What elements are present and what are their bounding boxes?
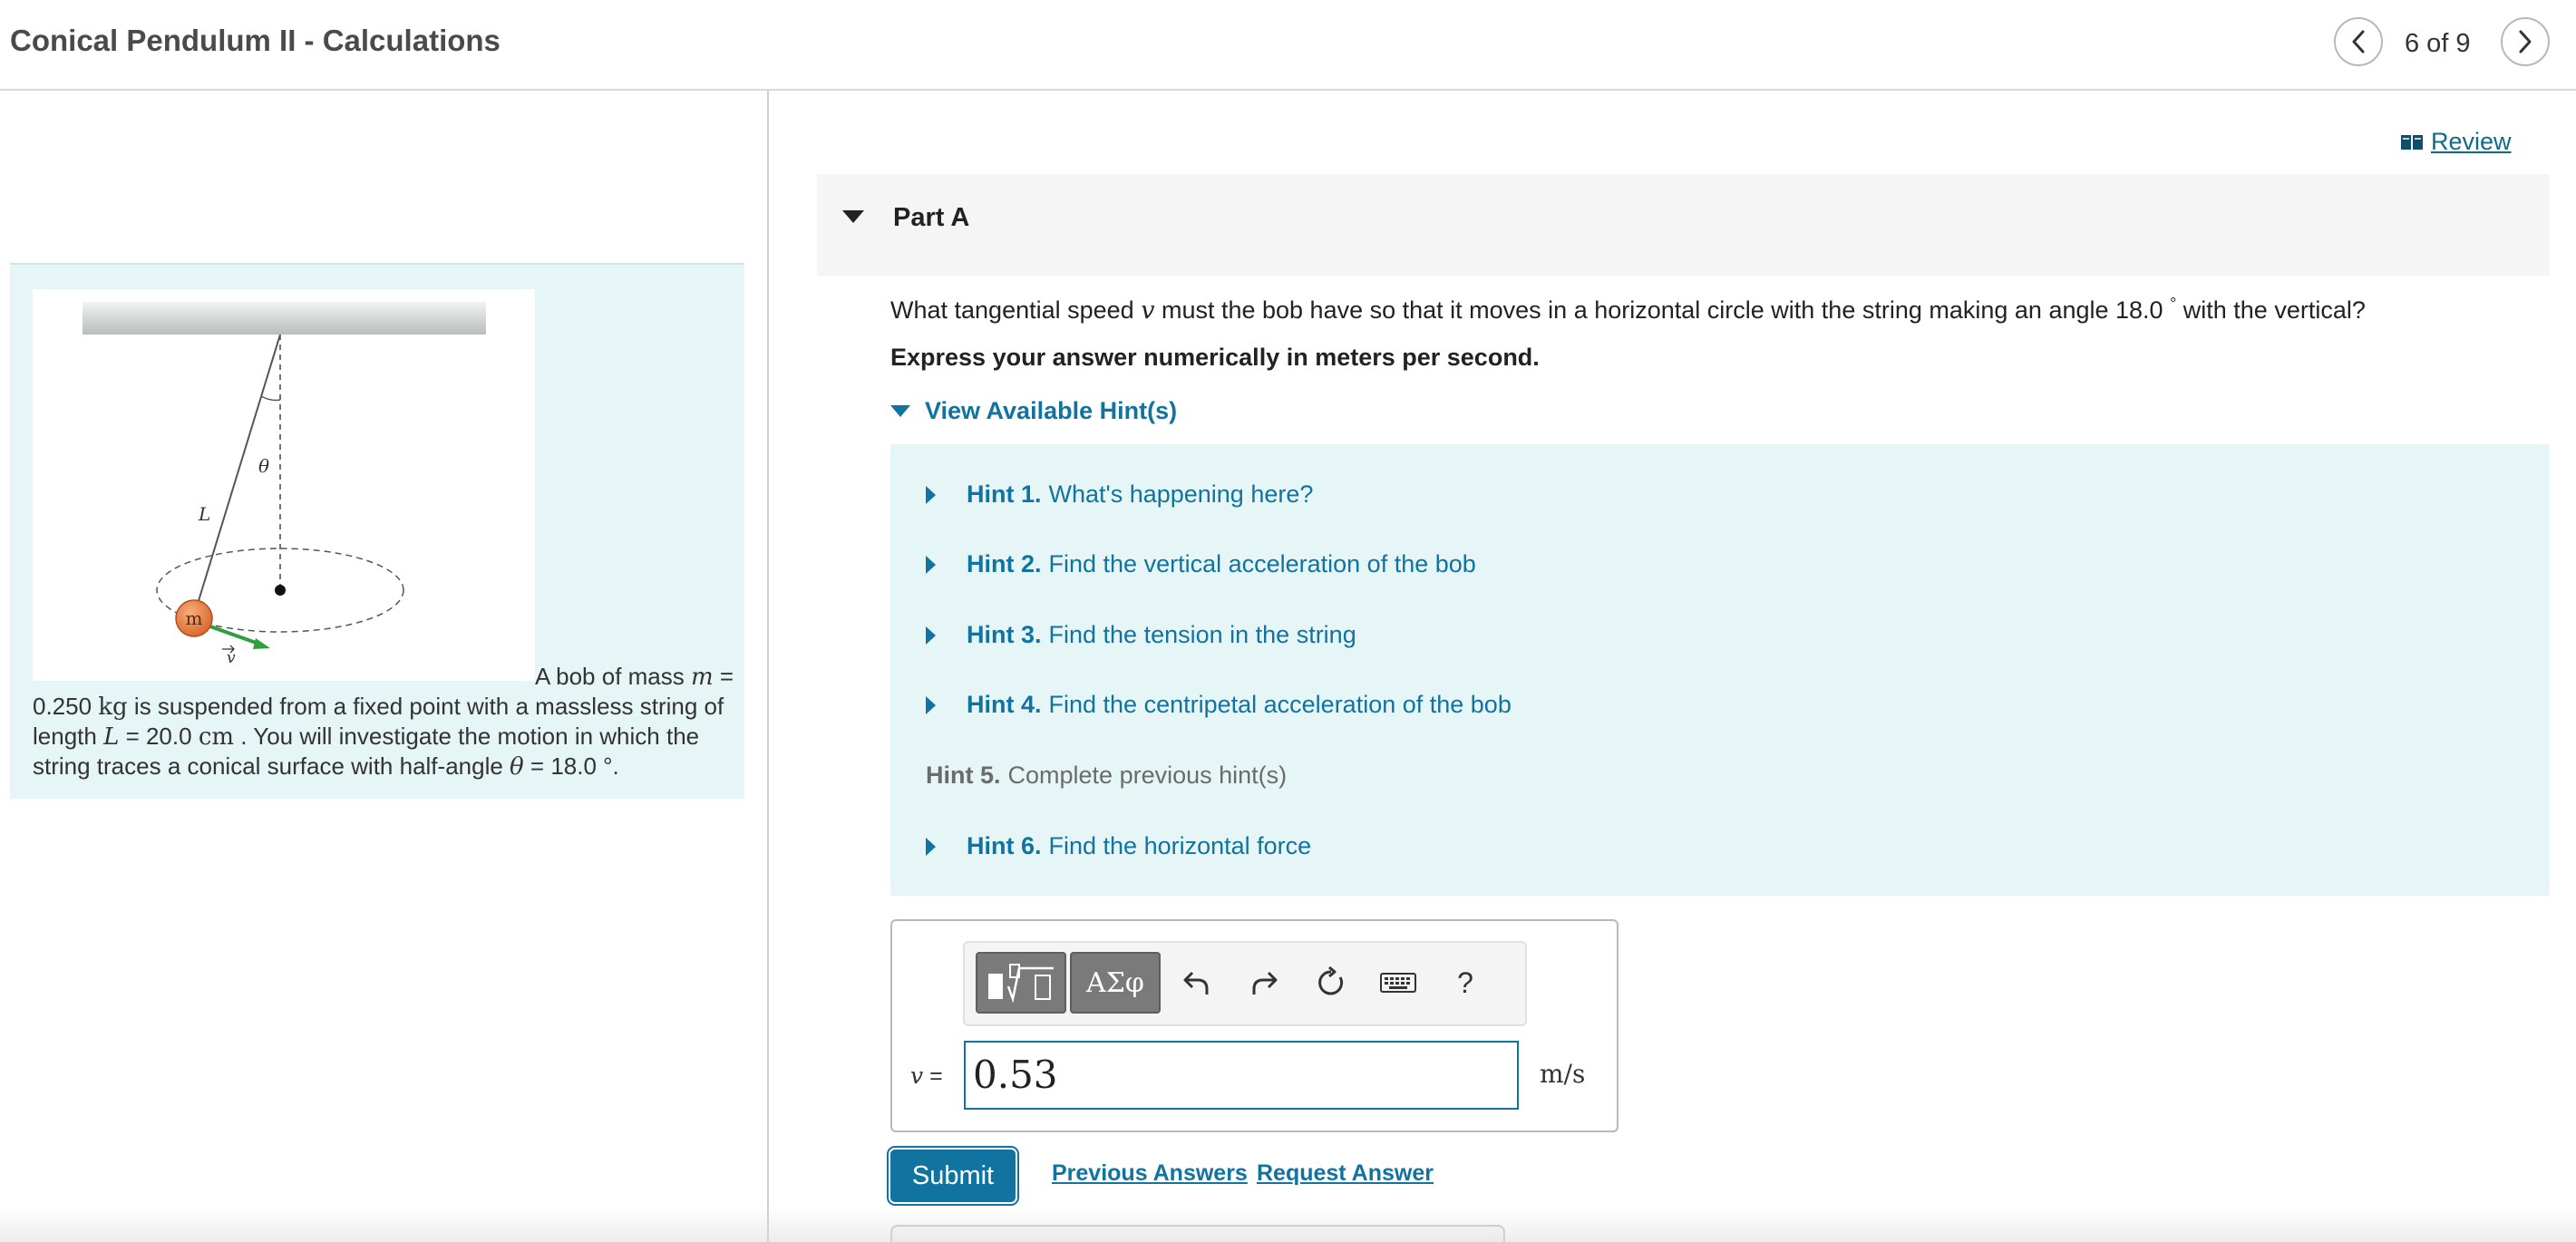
previous-item-button[interactable] <box>2334 17 2383 66</box>
review-label[interactable]: Review <box>2431 128 2512 156</box>
caret-right-icon <box>926 837 936 856</box>
math-toolbar: ΑΣφ ? <box>963 941 1527 1026</box>
problem-intro: m θ L v A bob of mass m = 0.250 kg is su… <box>10 263 744 799</box>
answer-unit: m/s <box>1540 1059 1586 1089</box>
page-title: Conical Pendulum II - Calculations <box>10 24 501 57</box>
chevron-left-icon <box>2352 30 2365 53</box>
conical-pendulum-figure: m θ L v <box>33 289 535 681</box>
caret-right-icon <box>926 485 936 504</box>
templates-button[interactable] <box>976 952 1066 1014</box>
part-a-header[interactable]: Part A <box>817 174 2550 276</box>
caret-right-icon <box>926 695 936 714</box>
hint-2[interactable]: Hint 2. Find the vertical acceleration of… <box>926 550 1476 578</box>
undo-icon <box>1183 971 1209 995</box>
view-hints-toggle[interactable]: View Available Hint(s) <box>890 397 1177 425</box>
part-title: Part A <box>893 203 970 232</box>
reset-icon <box>1318 966 1344 995</box>
length-label: L <box>198 503 210 525</box>
problem-statement: A bob of mass m = 0.250 kg is suspended … <box>33 663 734 781</box>
hint-4[interactable]: Hint 4. Find the centripetal acceleration… <box>926 691 1512 719</box>
velocity-arrow <box>209 625 262 646</box>
hint-5: Hint 5. Complete previous hint(s) <box>926 762 1288 789</box>
redo-button[interactable] <box>1239 952 1289 1014</box>
hints-panel: Hint 1. What's happening here? Hint 2. Fin… <box>890 444 2550 896</box>
caret-right-icon <box>926 626 936 645</box>
angle-arc <box>260 395 281 402</box>
help-button[interactable]: ? <box>1440 952 1491 1014</box>
top-bar: Conical Pendulum II - Calculations 6 of … <box>0 0 2576 91</box>
answer-area: ΑΣφ ? v = 0.53 m/s <box>890 919 1619 1132</box>
circle-center <box>275 585 286 596</box>
keyboard-icon <box>1380 973 1416 993</box>
answer-variable-label: v = <box>910 1062 943 1089</box>
pendulum-diagram: m θ L v <box>83 302 486 667</box>
redo-icon <box>1252 971 1278 995</box>
previous-answers-link[interactable]: Previous Answers <box>1052 1160 1248 1187</box>
keyboard-button[interactable] <box>1373 952 1424 1014</box>
next-item-button[interactable] <box>2501 17 2550 66</box>
chevron-right-icon <box>2519 30 2532 53</box>
answer-input[interactable]: 0.53 <box>964 1041 1519 1110</box>
angle-label: θ <box>258 455 269 477</box>
submit-button[interactable]: Submit <box>890 1150 1016 1202</box>
hint-1[interactable]: Hint 1. What's happening here? <box>926 480 1313 509</box>
mass-label: m <box>186 607 203 629</box>
math-templates-icon <box>988 964 1054 1004</box>
hint-6[interactable]: Hint 6. Find the horizontal force <box>926 832 1311 860</box>
undo-button[interactable] <box>1171 952 1222 1014</box>
hint-3[interactable]: Hint 3. Find the tension in the string <box>926 621 1356 649</box>
book-icon <box>2401 134 2423 150</box>
problem-intro-pane[interactable]: m θ L v A bob of mass m = 0.250 kg is su… <box>0 91 769 1242</box>
question-text: What tangential speed v must the bob hav… <box>890 295 2366 325</box>
symbols-button[interactable]: ΑΣφ <box>1070 952 1161 1014</box>
request-answer-link[interactable]: Request Answer <box>1257 1160 1434 1187</box>
review-link[interactable]: Review <box>2400 128 2512 156</box>
caret-down-icon <box>890 405 910 417</box>
view-hints-label[interactable]: View Available Hint(s) <box>925 397 1177 425</box>
caret-right-icon <box>926 555 936 574</box>
feedback-panel <box>890 1225 1505 1242</box>
reset-button[interactable] <box>1306 952 1356 1014</box>
item-counter: 6 of 9 <box>2405 29 2471 58</box>
caret-down-icon[interactable] <box>842 210 864 223</box>
velocity-arrowhead <box>253 638 270 649</box>
answer-instruction: Express your answer numerically in meter… <box>890 344 1540 371</box>
ceiling <box>83 302 486 335</box>
